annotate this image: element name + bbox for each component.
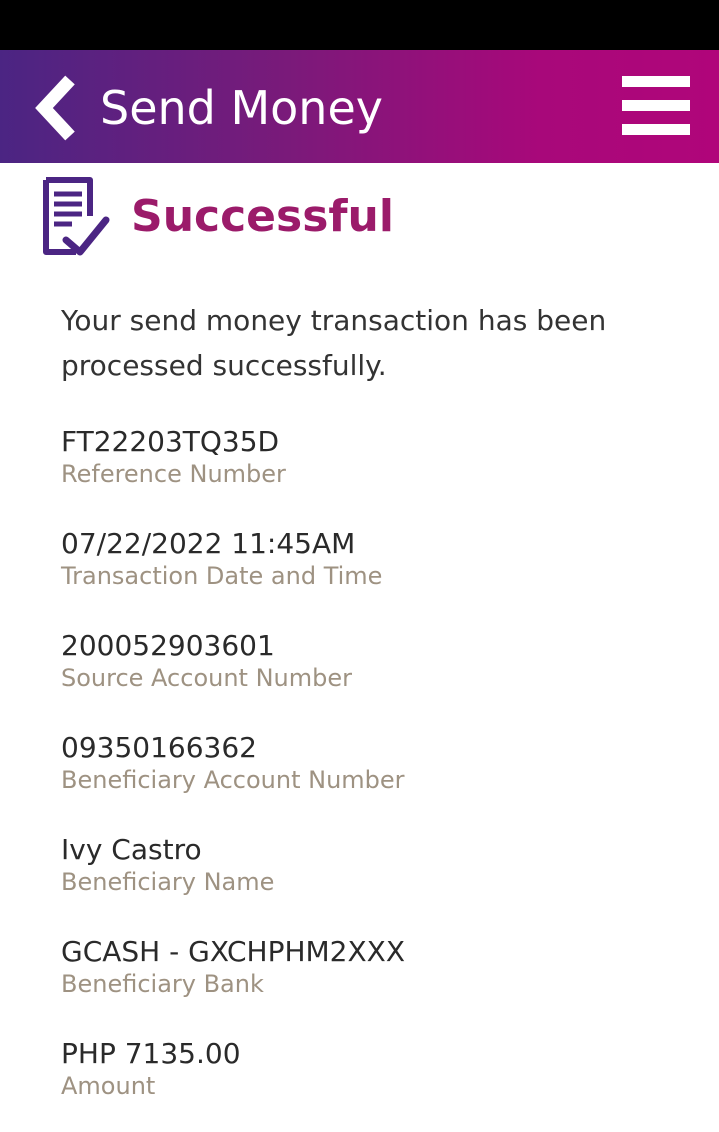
beneficiary-account-value: 09350166362 [61, 731, 257, 764]
success-header: Successful [38, 176, 698, 260]
app-bar: Send Money [0, 50, 719, 163]
amount-field: PHP 7135.00 Amount [61, 1037, 701, 1101]
source-account-field: 200052903601 Source Account Number [61, 629, 701, 693]
back-button[interactable] [30, 72, 90, 144]
beneficiary-name-field: Ivy Castro Beneficiary Name [61, 833, 701, 897]
beneficiary-bank-field: GCASH - GXCHPHM2XXX Beneficiary Bank [61, 935, 701, 999]
success-title: Successful [131, 191, 394, 242]
page-title: Send Money [100, 81, 383, 135]
reference-number-label: Reference Number [61, 460, 286, 488]
transaction-datetime-value: 07/22/2022 11:45AM [61, 527, 356, 560]
beneficiary-account-field: 09350166362 Beneficiary Account Number [61, 731, 701, 795]
beneficiary-account-label: Beneficiary Account Number [61, 766, 405, 794]
beneficiary-name-label: Beneficiary Name [61, 868, 275, 896]
transaction-datetime-label: Transaction Date and Time [61, 562, 383, 590]
beneficiary-name-value: Ivy Castro [61, 833, 202, 866]
reference-number-value: FT22203TQ35D [61, 425, 280, 458]
reference-number-field: FT22203TQ35D Reference Number [61, 425, 701, 489]
amount-value: PHP 7135.00 [61, 1037, 241, 1070]
transaction-datetime-field: 07/22/2022 11:45AM Transaction Date and … [61, 527, 701, 591]
success-message: Your send money transaction has been pro… [61, 304, 607, 382]
beneficiary-bank-label: Beneficiary Bank [61, 970, 264, 998]
beneficiary-bank-value: GCASH - GXCHPHM2XXX [61, 935, 406, 968]
source-account-value: 200052903601 [61, 629, 275, 662]
document-check-icon [43, 177, 110, 256]
amount-label: Amount [61, 1072, 156, 1100]
menu-button[interactable] [614, 70, 698, 142]
source-account-label: Source Account Number [61, 664, 352, 692]
chevron-left-icon [35, 75, 75, 141]
status-bar [0, 0, 719, 50]
